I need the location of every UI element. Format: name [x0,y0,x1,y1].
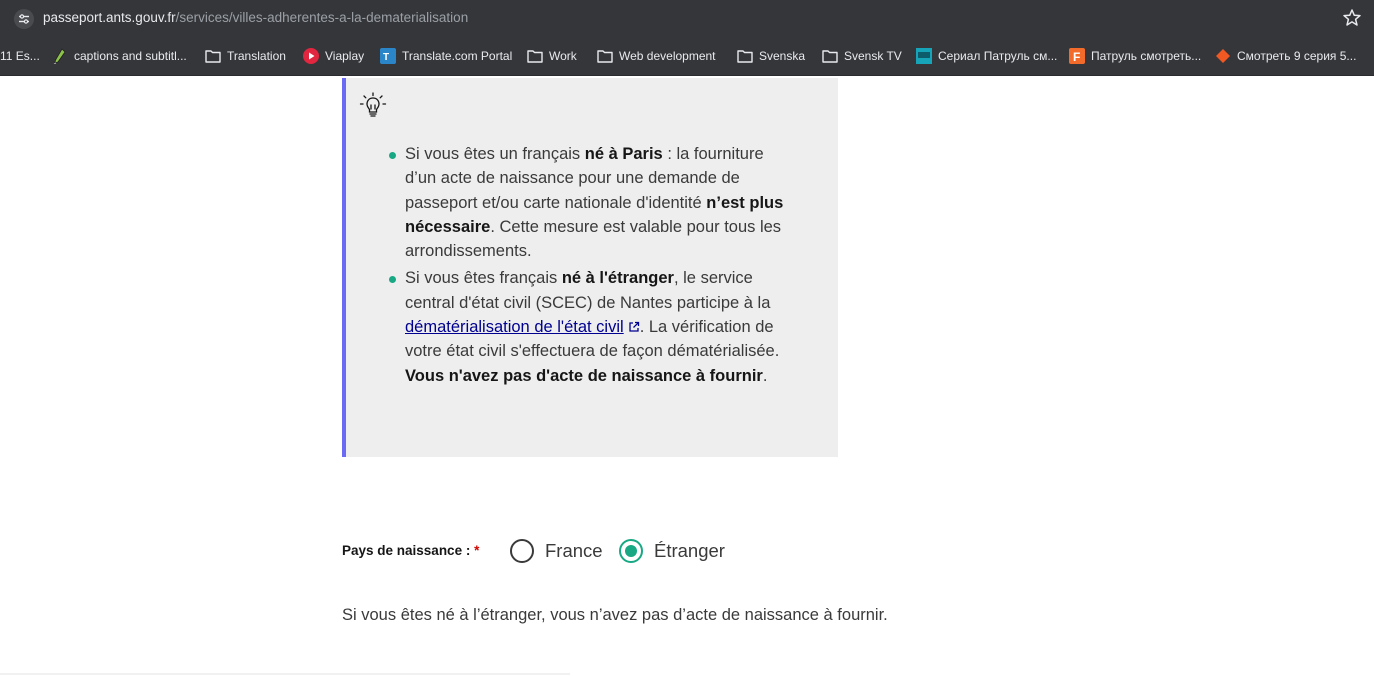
browser-address-bar: passeport.ants.gouv.fr/services/villes-a… [0,0,1374,37]
svg-text:F: F [1073,50,1080,64]
diamond-icon [1215,48,1231,64]
site-icon [916,48,932,64]
viaplay-icon [303,48,319,64]
bookmark-item[interactable]: F Патруль смотреть... [1069,46,1201,66]
folder-icon [737,48,753,64]
bold-text: Vous n'avez pas d'acte de naissance à fo… [405,366,763,385]
bookmark-label: Translate.com Portal [402,49,513,63]
bookmark-label: Смотреть 9 серия 5... [1237,49,1357,63]
bookmark-label: captions and subtitl... [74,49,187,63]
bookmark-label: 11 Es... [0,49,40,63]
list-item: Si vous êtes un français né à Paris : la… [389,142,785,263]
translate-com-icon: T [380,48,396,64]
info-text: Si vous êtes né à l’étranger, vous n’ave… [342,606,888,624]
text: . [762,366,768,385]
birth-country-field: Pays de naissance : * France Étranger [342,538,942,566]
svg-text:T: T [383,52,389,63]
folder-icon [205,48,221,64]
radio-circle[interactable] [619,539,643,563]
bookmark-item[interactable]: Translation [205,46,286,66]
list-item: Si vous êtes français né à l'étranger, l… [389,266,785,387]
bookmark-item[interactable]: Svenska [737,46,805,66]
info-callout: Si vous êtes un français né à Paris : la… [342,78,838,457]
bookmark-item[interactable]: Смотреть 9 серия 5... [1215,46,1356,66]
url-field[interactable]: passeport.ants.gouv.fr/services/villes-a… [43,9,468,27]
bookmark-label: Патруль смотреть... [1091,49,1202,63]
lightbulb-icon [359,92,387,117]
link-text: dématérialisation de l'état civil [405,318,624,337]
callout-list: Si vous êtes un français né à Paris : la… [389,142,785,391]
divider [0,673,570,675]
bold-text: né à Paris [584,145,663,163]
radio-circle[interactable] [510,539,534,563]
bookmark-item[interactable]: captions and subtitl... [52,46,187,66]
site-settings-icon[interactable] [14,9,34,29]
bookmark-item[interactable]: T Translate.com Portal [380,46,512,66]
text: Si vous êtes français [405,269,562,288]
radio-etranger[interactable]: Étranger [619,539,725,563]
url-path: /services/villes-adherentes-a-la-demater… [175,10,469,25]
bookmark-label: Svensk TV [844,49,902,63]
label-text: Pays de naissance : [342,543,471,558]
dematerialisation-link[interactable]: dématérialisation de l'état civil [405,318,640,336]
bookmark-label: Work [549,49,577,63]
bookmark-item[interactable]: Web development [597,46,716,66]
f-site-icon: F [1069,48,1085,64]
bookmark-label: Viaplay [325,49,365,63]
pen-icon [52,48,68,64]
bold-text: né à l'étranger [561,269,674,288]
bookmark-label: Сериал Патруль см... [938,49,1058,63]
bookmark-item[interactable]: Svensk TV [822,46,902,66]
bookmark-label: Translation [227,49,286,63]
bookmark-item[interactable]: 11 Es... [0,46,40,66]
radio-label[interactable]: France [545,540,603,562]
url-host: passeport.ants.gouv.fr [43,10,176,25]
birth-country-label: Pays de naissance : * [342,543,479,558]
text: Si vous êtes un français [405,145,585,163]
folder-icon [597,48,613,64]
bookmarks-bar: 11 Es... captions and subtitl... Transla… [0,37,1374,76]
required-mark: * [474,543,480,558]
bookmark-item[interactable]: Work [527,46,577,66]
radio-label[interactable]: Étranger [654,540,725,562]
bookmark-item[interactable]: Viaplay [303,46,364,66]
bookmark-label: Web development [619,49,716,63]
folder-icon [822,48,838,64]
radio-france[interactable]: France [510,539,603,563]
bookmark-label: Svenska [759,49,806,63]
bookmark-star-icon[interactable] [1342,8,1362,28]
bookmark-item[interactable]: Сериал Патруль см... [916,46,1057,66]
folder-icon [527,48,543,64]
external-link-icon [629,321,639,332]
